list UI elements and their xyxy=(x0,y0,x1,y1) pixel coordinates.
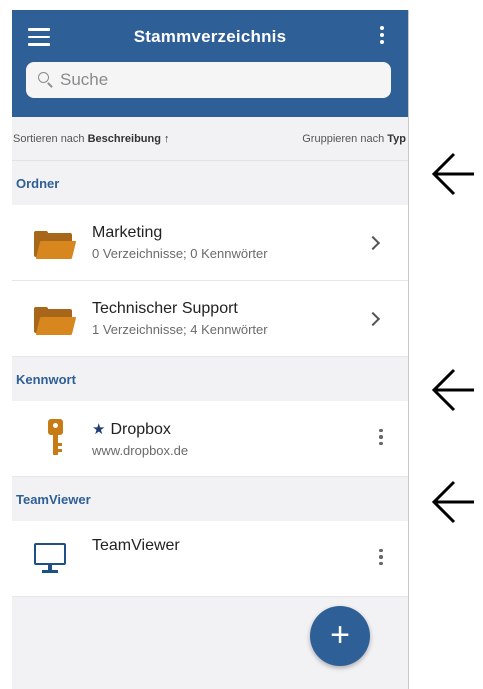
item-title: Dropbox xyxy=(110,420,171,438)
group-field: Typ xyxy=(387,132,406,145)
section-header-teamviewer: TeamViewer xyxy=(12,477,408,521)
item-title: Marketing xyxy=(92,224,163,241)
list-item-password[interactable]: ★ Dropbox www.dropbox.de xyxy=(12,401,408,477)
item-overflow-icon[interactable] xyxy=(378,548,384,569)
sort-group-bar: Sortieren nach Beschreibung ↑ Gruppieren… xyxy=(12,117,408,161)
sort-field: Beschreibung ↑ xyxy=(87,132,170,145)
group-selector[interactable]: Gruppieren nach Typ xyxy=(302,133,408,145)
item-overflow-icon[interactable] xyxy=(378,428,384,449)
section-header-folders: Ordner xyxy=(12,161,408,205)
item-subtitle: 0 Verzeichnisse; 0 Kennwörter xyxy=(92,246,268,261)
search-bar[interactable] xyxy=(26,62,391,98)
arrow-left-icon xyxy=(431,152,474,196)
list-item-folder[interactable]: Marketing 0 Verzeichnisse; 0 Kennwörter xyxy=(12,205,408,281)
item-title: TeamViewer xyxy=(92,537,180,554)
group-label: Gruppieren nach xyxy=(302,132,388,145)
app-screen: Stammverzeichnis Sortieren nach Beschrei… xyxy=(12,10,409,689)
sort-selector[interactable]: Sortieren nach Beschreibung ↑ xyxy=(12,133,170,145)
page-title: Stammverzeichnis xyxy=(133,27,287,46)
add-button[interactable]: + xyxy=(310,606,370,666)
item-subtitle: 1 Verzeichnisse; 4 Kennwörter xyxy=(92,322,268,337)
favorite-star-icon: ★ xyxy=(92,420,106,438)
overflow-menu-icon[interactable] xyxy=(378,26,386,48)
app-header: Stammverzeichnis xyxy=(12,10,408,117)
list-item-teamviewer[interactable]: TeamViewer xyxy=(12,521,408,597)
item-subtitle: www.dropbox.de xyxy=(92,442,189,458)
list-item-folder[interactable]: Technischer Support 1 Verzeichnisse; 4 K… xyxy=(12,281,408,357)
sort-label: Sortieren nach xyxy=(13,132,88,145)
folder-icon xyxy=(34,307,77,335)
monitor-icon xyxy=(34,543,68,575)
section-header-passwords: Kennwort xyxy=(12,357,408,401)
item-title: Technischer Support xyxy=(92,300,238,317)
search-input[interactable] xyxy=(60,70,360,90)
key-icon xyxy=(48,419,64,459)
search-icon xyxy=(34,67,60,93)
arrow-left-icon xyxy=(431,368,474,412)
arrow-left-icon xyxy=(431,480,474,524)
folder-icon xyxy=(34,231,77,259)
